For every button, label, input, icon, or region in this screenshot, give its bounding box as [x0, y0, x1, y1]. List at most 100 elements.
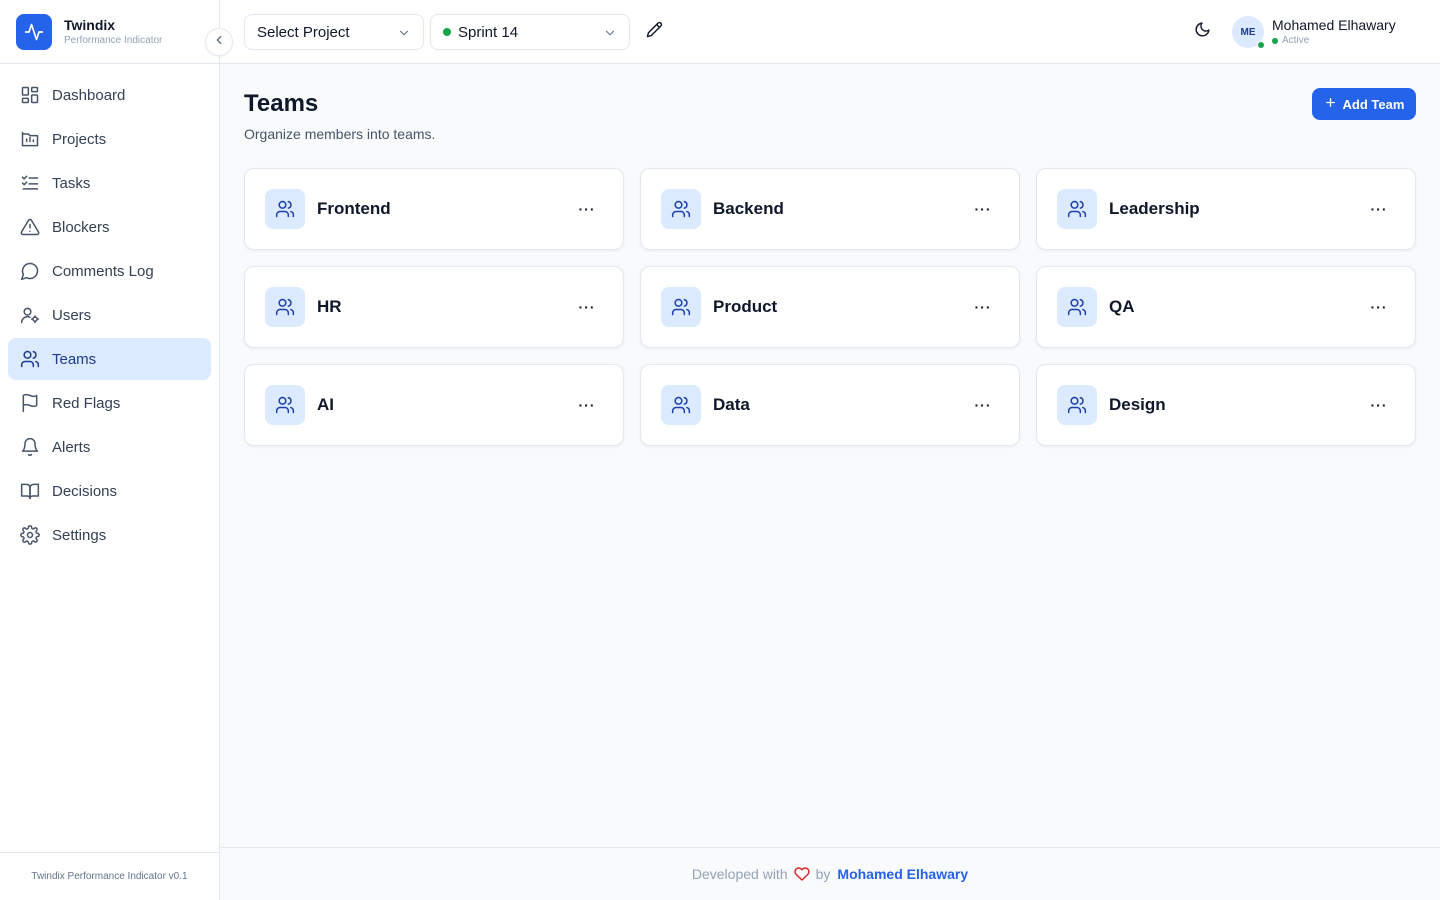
team-name: Leadership: [1109, 199, 1200, 218]
project-select-value: Select Project: [257, 23, 350, 41]
brand[interactable]: Twindix Performance Indicator: [0, 0, 219, 64]
more-options-button[interactable]: ···: [575, 394, 599, 416]
project-select[interactable]: Select Project: [244, 14, 424, 50]
team-card[interactable]: AI ···: [244, 364, 624, 446]
moon-icon: [1194, 21, 1211, 43]
team-name: Frontend: [317, 199, 391, 218]
team-name: HR: [317, 297, 342, 316]
sidebar-item-red-flags[interactable]: Red Flags: [8, 382, 211, 424]
sidebar-item-label: Teams: [52, 350, 97, 368]
team-name: Design: [1109, 395, 1166, 414]
brand-name: Twindix: [64, 16, 116, 33]
add-team-label: Add Team: [1342, 96, 1405, 112]
sidebar-item-label: Red Flags: [52, 394, 121, 412]
sprint-status-dot: [443, 28, 451, 36]
sidebar-item-label: Alerts: [52, 438, 91, 456]
more-options-button[interactable]: ···: [1367, 296, 1391, 318]
sidebar-item-alerts[interactable]: Alerts: [8, 426, 211, 468]
dashboard-icon: [20, 85, 40, 105]
team-icon: [265, 287, 305, 327]
team-card[interactable]: Data ···: [640, 364, 1020, 446]
team-name: Data: [713, 395, 750, 414]
user-status-label: Active: [1282, 35, 1310, 46]
author-link[interactable]: Mohamed Elhawary: [837, 866, 968, 882]
team-card[interactable]: Backend ···: [640, 168, 1020, 250]
sidebar-nav: Dashboard Projects Tasks Blockers Commen…: [0, 64, 219, 556]
team-name: AI: [317, 395, 334, 414]
book-icon: [20, 481, 40, 501]
sidebar-item-tasks[interactable]: Tasks: [8, 162, 211, 204]
sidebar-item-label: Dashboard: [52, 86, 126, 104]
sidebar-item-label: Blockers: [52, 218, 110, 236]
brand-subtitle: Performance Indicator: [64, 34, 163, 46]
sidebar-item-settings[interactable]: Settings: [8, 514, 211, 556]
avatar[interactable]: ME: [1232, 16, 1265, 49]
chevron-down-icon: [397, 26, 411, 44]
chevron-left-icon: [212, 33, 226, 52]
more-options-button[interactable]: ···: [575, 198, 599, 220]
projects-icon: [20, 129, 40, 149]
sidebar-item-blockers[interactable]: Blockers: [8, 206, 211, 248]
footer-by: by: [815, 866, 831, 882]
sidebar-item-users[interactable]: Users: [8, 294, 211, 336]
status-dot: [1272, 37, 1278, 44]
heart-icon: [793, 866, 810, 882]
team-icon: [1057, 287, 1097, 327]
user-status: Active: [1272, 35, 1309, 46]
team-card[interactable]: Leadership ···: [1036, 168, 1416, 250]
gear-icon: [20, 525, 40, 545]
team-icon: [661, 385, 701, 425]
team-icon: [1057, 385, 1097, 425]
sidebar-item-label: Projects: [52, 130, 107, 148]
online-status-dot: [1257, 41, 1265, 49]
edit-sprint-button[interactable]: [642, 20, 666, 44]
plus-icon: [1324, 96, 1337, 112]
tasks-icon: [20, 173, 40, 193]
team-card[interactable]: Frontend ···: [244, 168, 624, 250]
more-options-button[interactable]: ···: [971, 394, 995, 416]
sidebar-item-label: Settings: [52, 526, 107, 544]
sidebar-item-label: Tasks: [52, 174, 91, 192]
page-subtitle: Organize members into teams.: [244, 126, 436, 142]
add-team-button[interactable]: Add Team: [1312, 88, 1416, 120]
more-options-button[interactable]: ···: [575, 296, 599, 318]
user-name[interactable]: Mohamed Elhawary: [1272, 17, 1396, 33]
more-options-button[interactable]: ···: [971, 296, 995, 318]
team-card[interactable]: HR ···: [244, 266, 624, 348]
sidebar-item-label: Comments Log: [52, 262, 154, 280]
sidebar-item-projects[interactable]: Projects: [8, 118, 211, 160]
avatar-initials: ME: [1240, 26, 1256, 38]
theme-toggle-button[interactable]: [1190, 20, 1214, 44]
team-icon: [265, 189, 305, 229]
sidebar-item-label: Decisions: [52, 482, 118, 500]
page-title: Teams: [244, 90, 319, 117]
sidebar-item-teams[interactable]: Teams: [8, 338, 211, 380]
more-options-button[interactable]: ···: [971, 198, 995, 220]
topbar: Select Project Sprint 14 ME Mohamed Elha…: [220, 0, 1440, 64]
flag-icon: [20, 393, 40, 413]
sidebar-item-dashboard[interactable]: Dashboard: [8, 74, 211, 116]
teams-icon: [20, 349, 40, 369]
collapse-sidebar-button[interactable]: [205, 28, 233, 56]
team-icon: [265, 385, 305, 425]
bell-icon: [20, 437, 40, 457]
teams-grid: Frontend ··· Backend ··· Leadership ··· …: [244, 168, 1416, 446]
page-footer: Developed with by Mohamed Elhawary: [220, 847, 1440, 900]
team-card[interactable]: QA ···: [1036, 266, 1416, 348]
team-card[interactable]: Product ···: [640, 266, 1020, 348]
sprint-select[interactable]: Sprint 14: [430, 14, 630, 50]
more-options-button[interactable]: ···: [1367, 394, 1391, 416]
activity-logo-icon: [16, 13, 52, 50]
sprint-select-value: Sprint 14: [458, 23, 519, 41]
footer-prefix: Developed with: [691, 866, 788, 882]
sidebar-item-comments-log[interactable]: Comments Log: [8, 250, 211, 292]
more-options-button[interactable]: ···: [1367, 198, 1391, 220]
team-icon: [1057, 189, 1097, 229]
warning-icon: [20, 217, 40, 237]
users-settings-icon: [20, 305, 40, 325]
sidebar-version: Twindix Performance Indicator v0.1: [0, 852, 219, 900]
team-card[interactable]: Design ···: [1036, 364, 1416, 446]
sidebar-item-decisions[interactable]: Decisions: [8, 470, 211, 512]
team-name: Backend: [713, 199, 784, 218]
sidebar-item-label: Users: [52, 306, 92, 324]
